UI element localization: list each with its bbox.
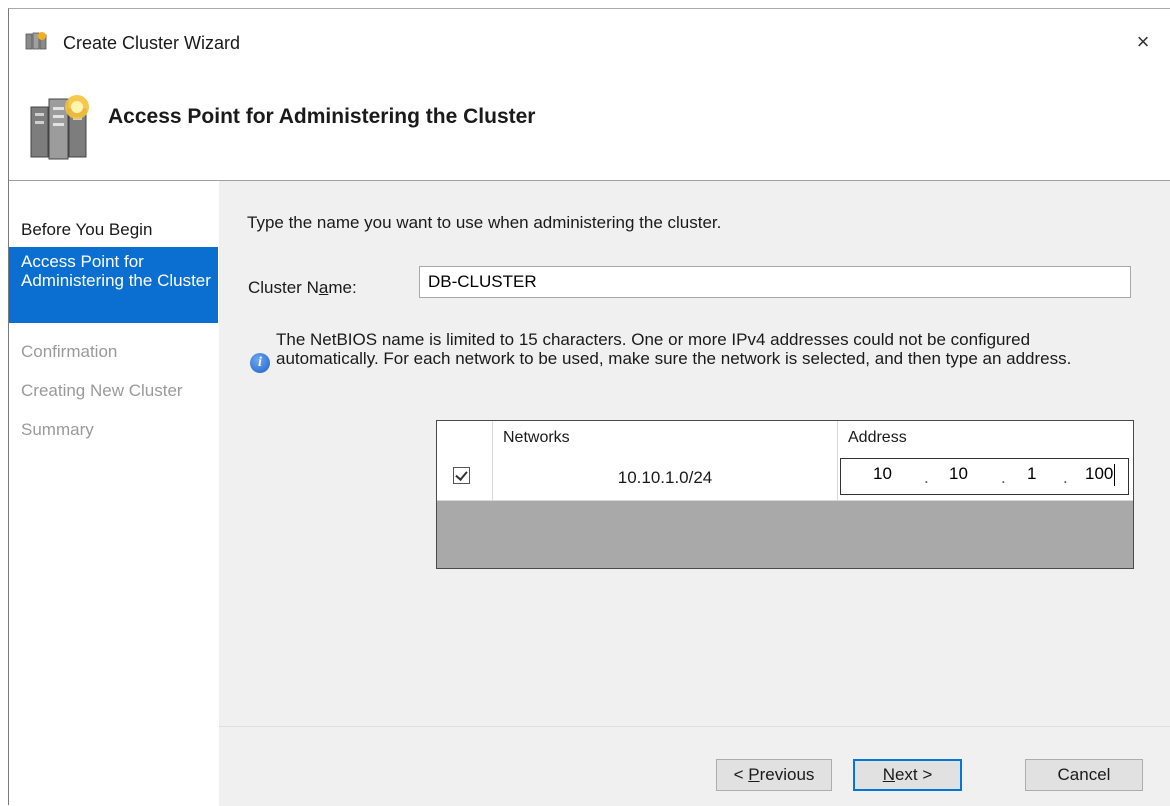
cluster-servers-icon xyxy=(30,95,89,160)
info-message: The NetBIOS name is limited to 15 charac… xyxy=(276,330,1072,368)
wizard-header: Access Point for Administering the Clust… xyxy=(9,73,1170,181)
ip-dot: . xyxy=(924,468,929,487)
header-check-column xyxy=(437,421,493,455)
ip-octet-3[interactable]: 1 xyxy=(1027,464,1036,484)
networks-grid: Networks Address 10.10.1.0/24 10 . 10 . … xyxy=(436,420,1134,569)
previous-button[interactable]: < Previous xyxy=(716,759,832,791)
ip-dot: . xyxy=(1063,468,1068,487)
cluster-wizard-icon xyxy=(25,32,47,50)
step-access-point[interactable]: Access Point for Administering the Clust… xyxy=(9,247,218,323)
close-button[interactable]: × xyxy=(1126,27,1160,57)
step-confirmation: Confirmation xyxy=(21,342,118,361)
address-cell: 10 . 10 . 1 . 100 xyxy=(838,455,1133,500)
table-row[interactable]: 10.10.1.0/24 10 . 10 . 1 . 100 xyxy=(437,455,1133,501)
cluster-name-label: Cluster Name: xyxy=(248,278,357,297)
step-creating-new-cluster: Creating New Cluster xyxy=(21,381,183,400)
header-address[interactable]: Address xyxy=(838,421,1133,455)
footer-divider xyxy=(219,726,1170,727)
info-icon: i xyxy=(250,353,270,373)
cluster-name-input[interactable] xyxy=(419,266,1131,298)
wizard-steps: Before You Begin Access Point for Admini… xyxy=(9,181,218,806)
cancel-button[interactable]: Cancel xyxy=(1025,759,1143,791)
title-bar: Create Cluster Wizard × xyxy=(9,9,1170,73)
next-button[interactable]: Next > xyxy=(853,759,962,791)
network-checkbox[interactable] xyxy=(453,467,470,484)
ip-octet-2[interactable]: 10 xyxy=(949,464,968,484)
row-check-cell xyxy=(437,455,493,500)
network-cell: 10.10.1.0/24 xyxy=(493,455,838,500)
ip-dot: . xyxy=(1001,468,1006,487)
page-title: Access Point for Administering the Clust… xyxy=(108,105,536,128)
step-before-you-begin[interactable]: Before You Begin xyxy=(9,220,218,240)
instruction-text: Type the name you want to use when admin… xyxy=(247,213,722,232)
window-title: Create Cluster Wizard xyxy=(63,33,241,53)
step-summary: Summary xyxy=(21,420,94,439)
wizard-window: Create Cluster Wizard × Access Point for… xyxy=(8,8,1170,806)
ip-address-input[interactable]: 10 . 10 . 1 . 100 xyxy=(840,458,1129,495)
ip-octet-4[interactable]: 100 xyxy=(1085,464,1113,484)
text-caret xyxy=(1114,464,1115,486)
grid-header: Networks Address xyxy=(437,421,1133,456)
address-header-label: Address xyxy=(848,429,907,446)
ip-octet-1[interactable]: 10 xyxy=(873,464,892,484)
network-value: 10.10.1.0/24 xyxy=(617,468,713,487)
networks-header-label: Networks xyxy=(503,429,570,446)
wizard-content: Type the name you want to use when admin… xyxy=(219,181,1170,806)
header-networks[interactable]: Networks xyxy=(493,421,838,455)
